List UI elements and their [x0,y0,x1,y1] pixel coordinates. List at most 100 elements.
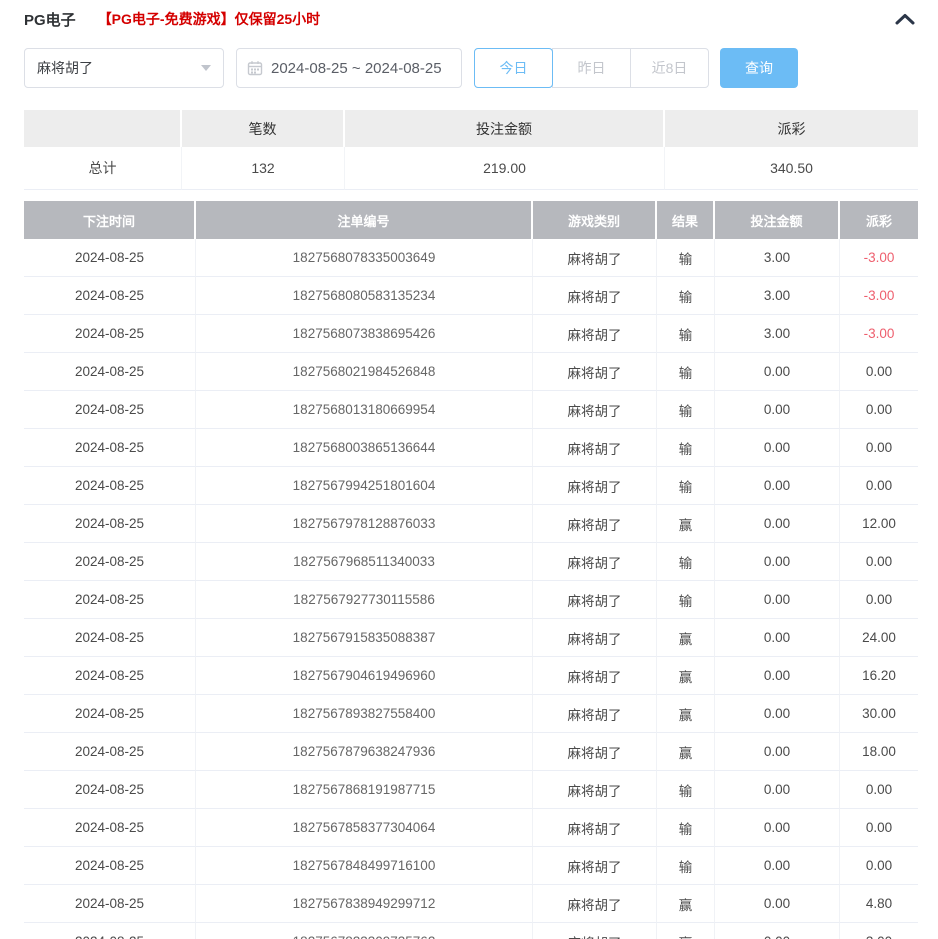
cell-bet-id: 1827567893827558400 [196,695,533,733]
cell-payout: 0.00 [840,391,918,429]
cell-result: 赢 [657,733,715,771]
cell-game-type: 麻将胡了 [533,429,657,467]
table-row: 2024-08-251827568080583135234麻将胡了输3.00-3… [24,277,918,315]
cell-payout: 16.20 [840,657,918,695]
cell-bet-amount: 0.00 [715,467,840,505]
search-button[interactable]: 查询 [720,48,798,88]
cell-bet-time: 2024-08-25 [24,619,196,657]
cell-bet-time: 2024-08-25 [24,885,196,923]
cell-bet-id: 1827567994251801604 [196,467,533,505]
cell-bet-time: 2024-08-25 [24,923,196,939]
summary-total-label: 总计 [24,147,182,190]
header-result: 结果 [657,201,715,239]
game-type-selected-value: 麻将胡了 [37,58,201,78]
table-row: 2024-08-251827567968511340033麻将胡了输0.000.… [24,543,918,581]
cell-game-type: 麻将胡了 [533,505,657,543]
cell-bet-amount: 0.00 [715,847,840,885]
date-quick-filter-group: 今日昨日近8日 [474,48,709,88]
cell-bet-amount: 0.00 [715,353,840,391]
cell-bet-id: 1827567838949299712 [196,885,533,923]
cell-game-type: 麻将胡了 [533,733,657,771]
collapse-panel-button[interactable] [892,8,918,30]
table-row: 2024-08-251827567904619496960麻将胡了赢0.0016… [24,657,918,695]
cell-game-type: 麻将胡了 [533,581,657,619]
cell-bet-id: 1827567879638247936 [196,733,533,771]
cell-result: 赢 [657,923,715,939]
cell-game-type: 麻将胡了 [533,239,657,277]
summary-total-row: 总计 132 219.00 340.50 [24,147,918,190]
cell-result: 输 [657,847,715,885]
table-row: 2024-08-251827568073838695426麻将胡了输3.00-3… [24,315,918,353]
cell-bet-time: 2024-08-25 [24,505,196,543]
cell-payout: 0.00 [840,543,918,581]
table-row: 2024-08-251827568003865136644麻将胡了输0.000.… [24,429,918,467]
cell-bet-id: 1827567904619496960 [196,657,533,695]
summary-total-payout: 340.50 [665,147,918,190]
cell-game-type: 麻将胡了 [533,657,657,695]
cell-payout: -3.00 [840,277,918,315]
summary-total-bet-amount: 219.00 [345,147,665,190]
cell-bet-time: 2024-08-25 [24,809,196,847]
page-title: PG电子 [24,9,76,30]
cell-bet-time: 2024-08-25 [24,733,196,771]
cell-result: 输 [657,771,715,809]
table-row: 2024-08-251827567848499716100麻将胡了输0.000.… [24,847,918,885]
cell-payout: -3.00 [840,315,918,353]
cell-game-type: 麻将胡了 [533,315,657,353]
cell-result: 输 [657,353,715,391]
cell-payout: -3.00 [840,239,918,277]
summary-header-row: 笔数 投注金额 派彩 [24,110,918,147]
cell-bet-id: 1827567868191987715 [196,771,533,809]
cell-bet-id: 1827567927730115586 [196,581,533,619]
date-range-value: 2024-08-25 ~ 2024-08-25 [271,60,442,77]
cell-game-type: 麻将胡了 [533,391,657,429]
quick-filter-button[interactable]: 今日 [474,48,553,88]
retention-notice: 【PG电子-免费游戏】仅保留25小时 [98,9,320,29]
game-type-select[interactable]: 麻将胡了 [24,48,224,88]
cell-game-type: 麻将胡了 [533,885,657,923]
cell-bet-amount: 0.00 [715,809,840,847]
header-game-type: 游戏类别 [533,201,657,239]
cell-bet-time: 2024-08-25 [24,239,196,277]
cell-bet-time: 2024-08-25 [24,467,196,505]
cell-game-type: 麻将胡了 [533,467,657,505]
records-table: 下注时间 注单编号 游戏类别 结果 投注金额 派彩 2024-08-251827… [24,201,918,939]
cell-bet-amount: 0.00 [715,581,840,619]
cell-result: 输 [657,277,715,315]
table-row: 2024-08-251827567868191987715麻将胡了输0.000.… [24,771,918,809]
header-payout: 派彩 [840,201,918,239]
cell-payout: 4.80 [840,885,918,923]
table-row: 2024-08-251827567858377304064麻将胡了输0.000.… [24,809,918,847]
summary-table: 笔数 投注金额 派彩 总计 132 219.00 340.50 [24,110,918,190]
cell-result: 输 [657,315,715,353]
table-row: 2024-08-251827567978128876033麻将胡了赢0.0012… [24,505,918,543]
cell-bet-time: 2024-08-25 [24,353,196,391]
pg-records-page: PG电子 【PG电子-免费游戏】仅保留25小时 麻将胡了 [0,0,938,939]
cell-result: 输 [657,467,715,505]
cell-result: 赢 [657,657,715,695]
title-row: PG电子 【PG电子-免费游戏】仅保留25小时 [24,8,918,30]
cell-bet-amount: 0.00 [715,543,840,581]
cell-payout: 24.00 [840,619,918,657]
cell-payout: 0.00 [840,353,918,391]
cell-result: 输 [657,391,715,429]
cell-payout: 30.00 [840,695,918,733]
cell-payout: 0.00 [840,581,918,619]
date-range-input[interactable]: 2024-08-25 ~ 2024-08-25 [236,48,462,88]
summary-total-count: 132 [182,147,345,190]
table-row: 2024-08-251827567994251801604麻将胡了输0.000.… [24,467,918,505]
cell-bet-amount: 0.00 [715,505,840,543]
table-row: 2024-08-251827567893827558400麻将胡了赢0.0030… [24,695,918,733]
calendar-icon [247,60,263,76]
cell-bet-amount: 0.00 [715,733,840,771]
cell-bet-time: 2024-08-25 [24,391,196,429]
cell-result: 赢 [657,619,715,657]
cell-payout: 12.00 [840,505,918,543]
quick-filter-button[interactable]: 近8日 [630,48,709,88]
quick-filter-button[interactable]: 昨日 [552,48,631,88]
cell-game-type: 麻将胡了 [533,847,657,885]
cell-payout: 0.00 [840,467,918,505]
cell-bet-time: 2024-08-25 [24,429,196,467]
table-row: 2024-08-251827568078335003649麻将胡了输3.00-3… [24,239,918,277]
cell-bet-time: 2024-08-25 [24,847,196,885]
